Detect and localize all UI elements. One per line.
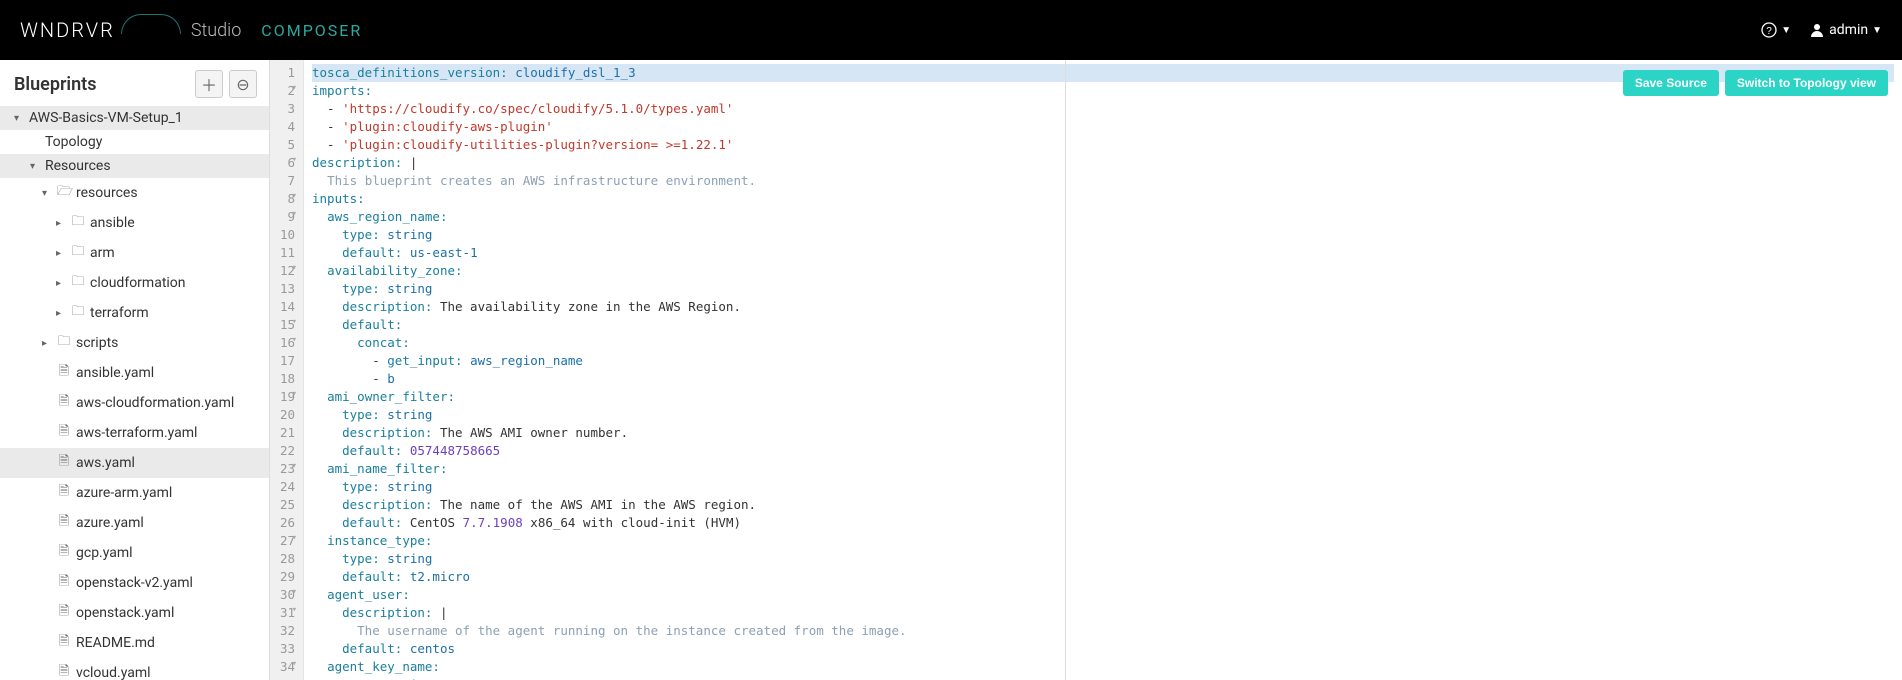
user-menu[interactable]: admin ▼ [1809,22,1882,38]
tree-folder-scripts[interactable]: ▸🗀scripts [0,328,269,358]
folder-open-icon: 🗁 [57,182,71,204]
file-icon: 🗎 [57,362,71,384]
tree-file[interactable]: 🗎vcloud.yaml [0,658,269,680]
tree-folder-resources[interactable]: ▾🗁resources [0,178,269,208]
product-name: COMPOSER [261,21,362,40]
caret-down-icon: ▼ [1872,25,1882,36]
switch-topology-button[interactable]: Switch to Topology view [1725,70,1888,96]
user-label: admin [1829,22,1868,38]
folder-icon: 🗀 [57,332,71,354]
tree-file[interactable]: 🗎openstack.yaml [0,598,269,628]
file-icon: 🗎 [57,452,71,474]
tree-file[interactable]: 🗎azure.yaml [0,508,269,538]
folder-icon: 🗀 [71,272,85,294]
tree-folder-arm[interactable]: ▸🗀arm [0,238,269,268]
folder-icon: 🗀 [71,242,85,264]
brand-main: WNDRVR [20,18,115,42]
help-icon: ? [1761,22,1777,38]
tree-item-blueprint[interactable]: ▾AWS-Basics-VM-Setup_1 [0,106,269,130]
help-menu[interactable]: ? ▼ [1761,22,1791,38]
file-icon: 🗎 [57,512,71,534]
topbar: WNDRVR Studio COMPOSER ? ▼ admin ▼ [0,0,1902,60]
code-editor[interactable]: 12▾3456▾78▾9▾101112▾131415▾16▾171819▾202… [270,60,1902,680]
tree-file[interactable]: 🗎aws-cloudformation.yaml [0,388,269,418]
tree-file[interactable]: 🗎aws-terraform.yaml [0,418,269,448]
file-icon: 🗎 [57,482,71,504]
add-blueprint-button[interactable]: ＋ [195,70,223,98]
tree-file-active[interactable]: 🗎aws.yaml [0,448,269,478]
tree-folder-cloudformation[interactable]: ▸🗀cloudformation [0,268,269,298]
brand-sub: Studio [191,20,241,41]
import-blueprint-button[interactable]: ⊖ [229,70,257,98]
brand-logo: WNDRVR Studio [20,18,241,42]
folder-icon: 🗀 [71,302,85,324]
sidebar-title: Blueprints [14,74,96,95]
blueprint-tree: ▾AWS-Basics-VM-Setup_1 Topology ▾Resourc… [0,106,269,680]
tree-item-topology[interactable]: Topology [0,130,269,154]
file-icon: 🗎 [57,392,71,414]
file-icon: 🗎 [57,542,71,564]
file-icon: 🗎 [57,572,71,594]
user-icon [1809,22,1825,38]
file-icon: 🗎 [57,662,71,680]
tree-file[interactable]: 🗎openstack-v2.yaml [0,568,269,598]
folder-icon: 🗀 [71,212,85,234]
tree-file[interactable]: 🗎ansible.yaml [0,358,269,388]
file-icon: 🗎 [57,632,71,654]
tree-file[interactable]: 🗎gcp.yaml [0,538,269,568]
editor-gutter: 12▾3456▾78▾9▾101112▾131415▾16▾171819▾202… [270,60,304,680]
editor-code[interactable]: tosca_definitions_version: cloudify_dsl_… [304,60,1902,680]
tree-folder-ansible[interactable]: ▸🗀ansible [0,208,269,238]
sidebar: Blueprints ＋ ⊖ ▾AWS-Basics-VM-Setup_1 To… [0,60,270,680]
tree-folder-terraform[interactable]: ▸🗀terraform [0,298,269,328]
tree-item-resources[interactable]: ▾Resources [0,154,269,178]
file-icon: 🗎 [57,602,71,624]
save-source-button[interactable]: Save Source [1623,70,1719,96]
brand-arc-icon [121,14,181,34]
tree-file[interactable]: 🗎azure-arm.yaml [0,478,269,508]
tree-file[interactable]: 🗎README.md [0,628,269,658]
file-icon: 🗎 [57,422,71,444]
editor-pane: Save Source Switch to Topology view 12▾3… [270,60,1902,680]
caret-down-icon: ▼ [1781,25,1791,36]
svg-text:?: ? [1766,26,1772,37]
